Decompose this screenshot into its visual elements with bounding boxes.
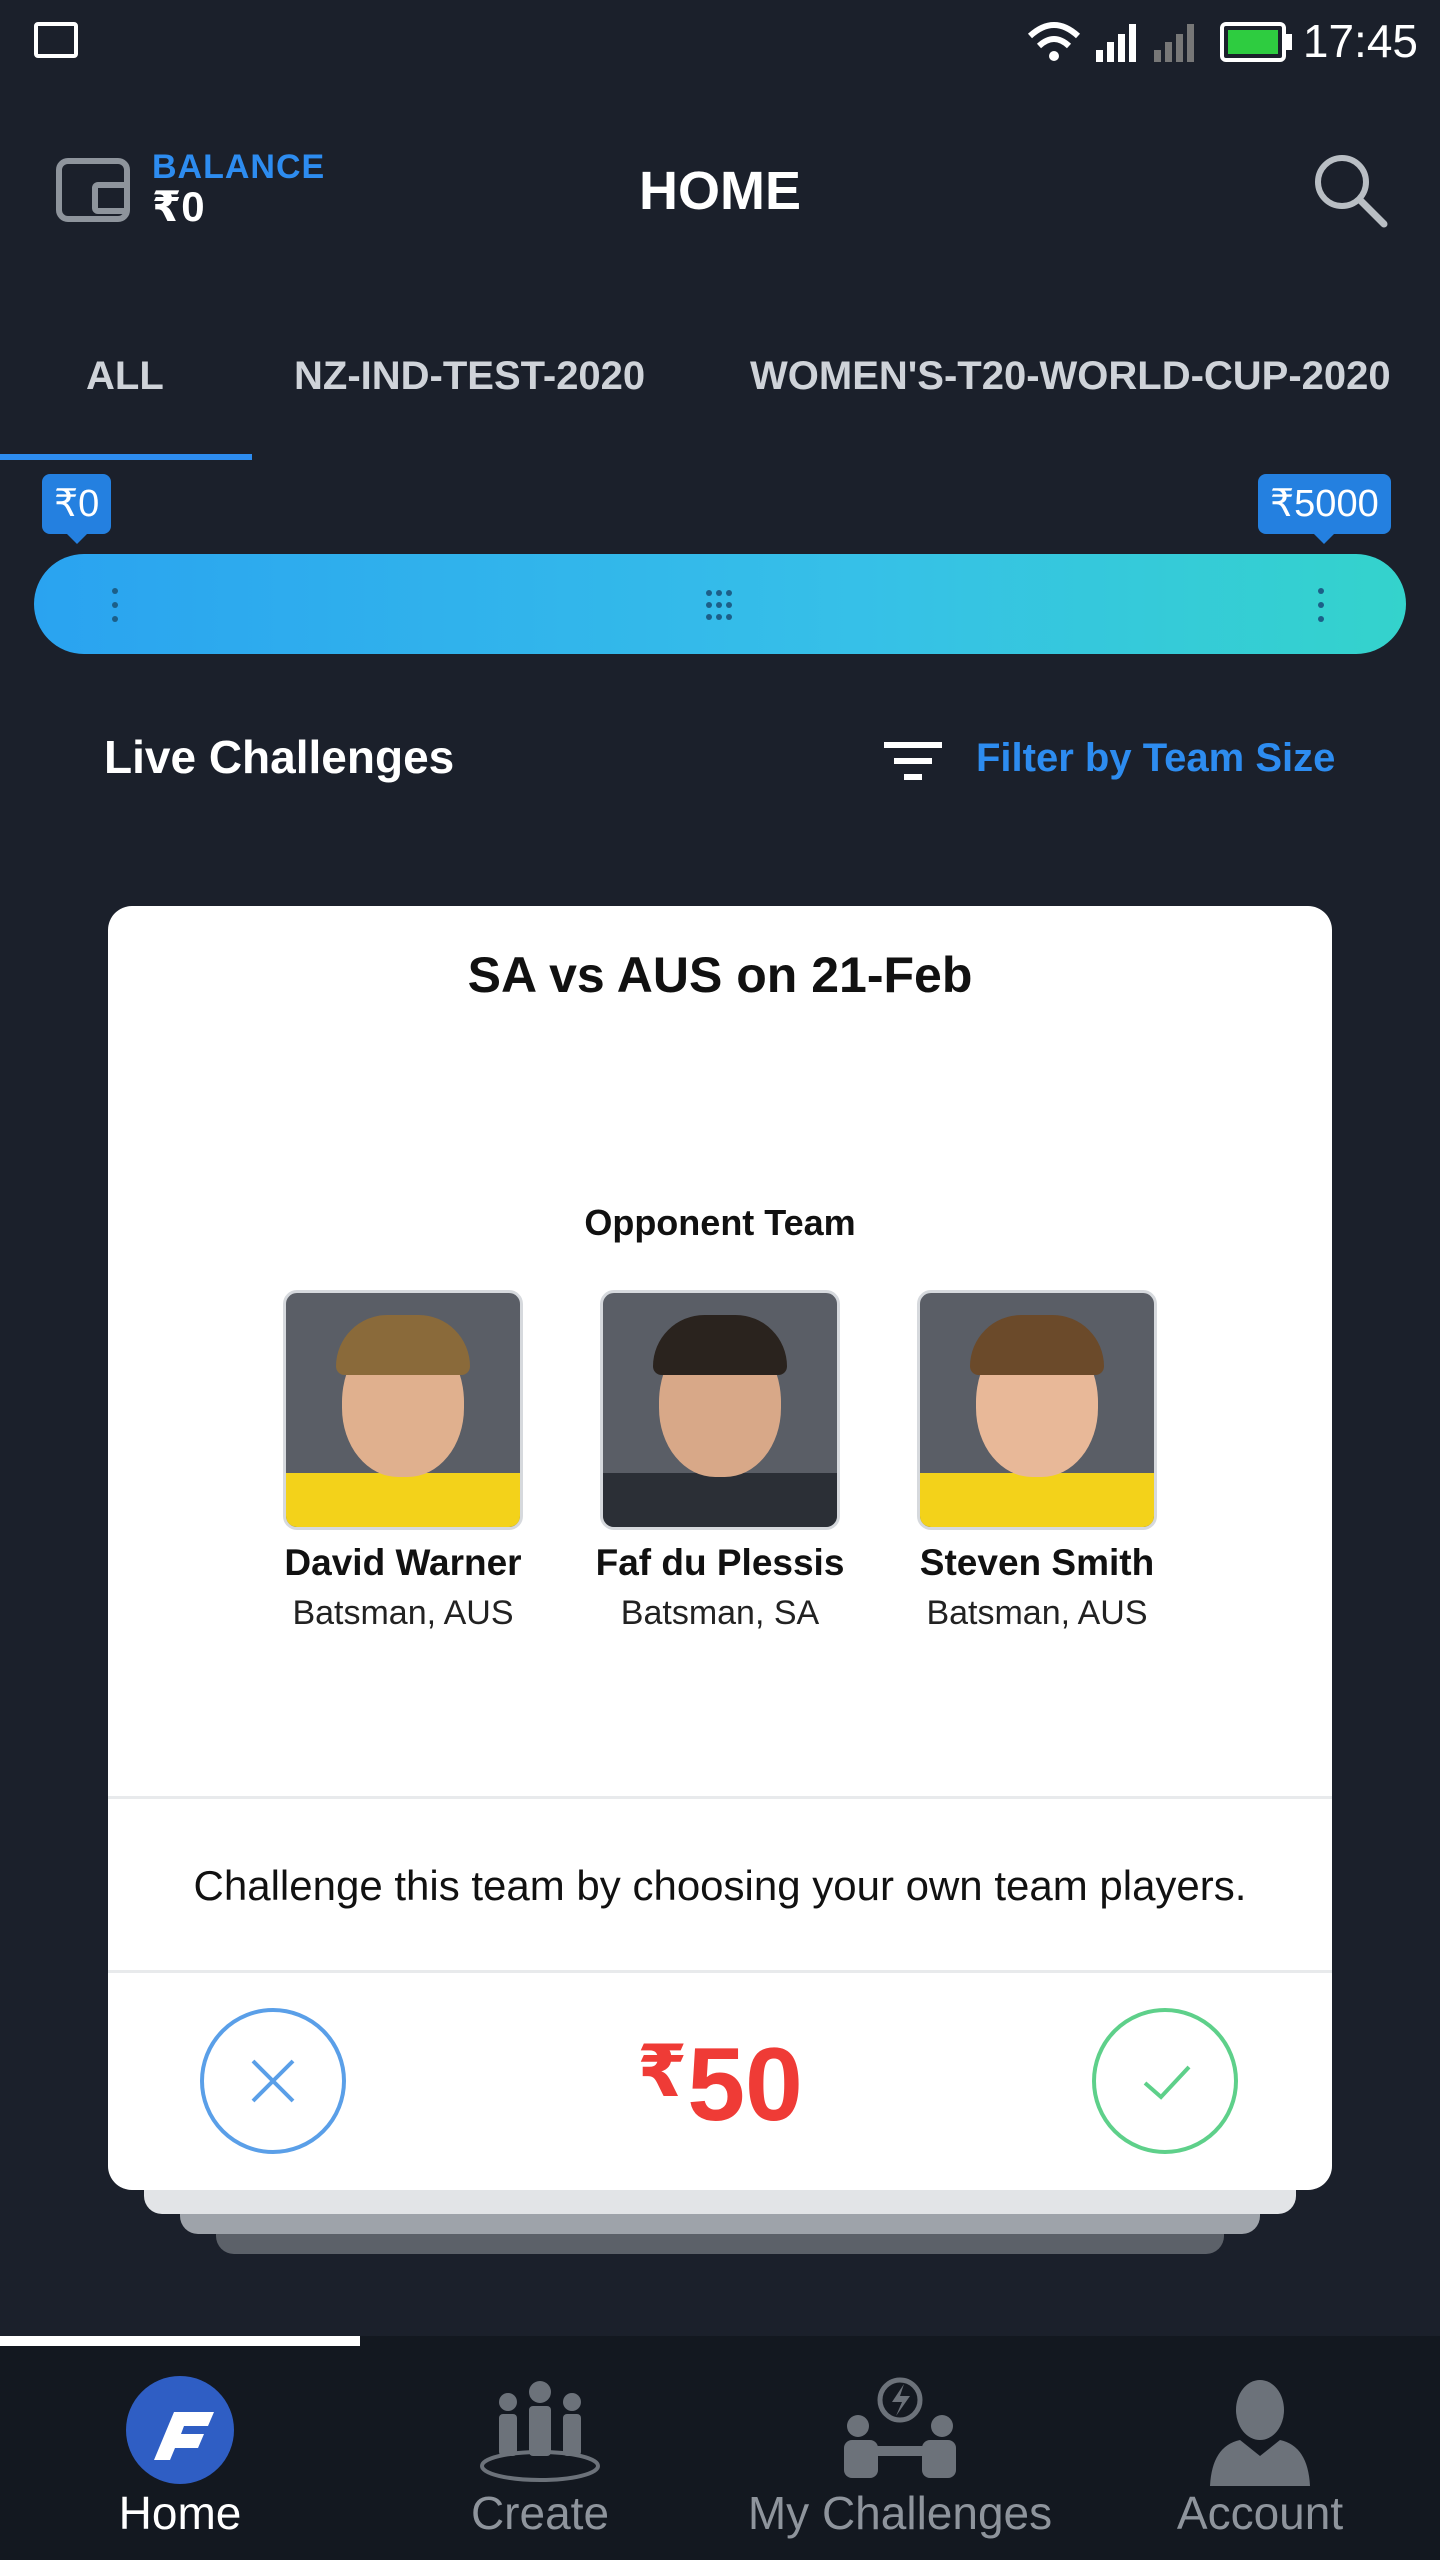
nav-home[interactable]: Home (0, 2336, 360, 2560)
opponent-team-title: Opponent Team (584, 1202, 856, 1243)
player-name: David Warner (284, 1542, 522, 1583)
team-create-icon (480, 2381, 600, 2482)
player-name: Faf du Plessis (595, 1542, 845, 1583)
player-card: Steven Smith Batsman, AUS (907, 1290, 1167, 1633)
home-logo-icon (126, 2376, 234, 2484)
match-title: SA vs AUS on 21-Feb (467, 947, 973, 1003)
filter-icon[interactable] (884, 740, 942, 782)
page-title: HOME (639, 161, 801, 221)
section-title: Live Challenges (104, 731, 455, 783)
divider (108, 1970, 1332, 1973)
check-icon (1143, 2065, 1191, 2100)
player-role: Batsman, AUS (926, 1594, 1148, 1632)
nav-create[interactable]: Create (360, 2336, 720, 2560)
wifi-icon (1027, 22, 1081, 61)
active-tab-indicator (0, 454, 252, 460)
slider-center-grip (702, 554, 736, 654)
slider-max-handle[interactable] (1304, 554, 1338, 654)
signal-2-icon (1154, 24, 1194, 62)
filter-team-size-link[interactable]: Filter by Team Size (976, 736, 1335, 781)
search-icon[interactable] (1310, 150, 1390, 230)
player-photo (283, 1290, 523, 1530)
status-time: 17:45 (1302, 15, 1418, 67)
nav-label: Create (470, 2487, 610, 2539)
nav-my-challenges[interactable]: My Challenges (720, 2336, 1080, 2560)
tournament-tabs: ALL NZ-IND-TEST-2020 WOMEN'S-T20-WORLD-C… (0, 296, 1440, 462)
tab-womens-t20[interactable]: WOMEN'S-T20-WORLD-CUP-2020 (750, 354, 1391, 399)
signal-icon (1096, 24, 1136, 62)
account-icon (1210, 2380, 1310, 2486)
player-photo (917, 1290, 1157, 1530)
challenge-card[interactable]: SA vs AUS on 21-Feb Opponent Team David … (108, 906, 1332, 2190)
player-role: Batsman, AUS (292, 1594, 514, 1632)
nav-label: My Challenges (747, 2487, 1053, 2539)
challenge-description: Challenge this team by choosing your own… (193, 1862, 1247, 1909)
price-range-slider[interactable] (34, 554, 1406, 654)
app-header: BALANCE ₹0 HOME (0, 86, 1440, 296)
player-role: Batsman, SA (620, 1594, 820, 1632)
status-bar: 17:45 (0, 0, 1440, 86)
nav-account[interactable]: Account (1080, 2336, 1440, 2560)
player-card: David Warner Batsman, AUS (273, 1290, 533, 1633)
player-photo (600, 1290, 840, 1530)
price-amount: 50 (687, 2027, 803, 2143)
player-card: Faf du Plessis Batsman, SA (590, 1290, 850, 1633)
price-min-badge: ₹0 (42, 474, 112, 544)
challenges-icon (844, 2377, 956, 2478)
nav-label: Home (118, 2487, 242, 2539)
price-currency: ₹ (637, 2032, 688, 2112)
tab-nz-ind-test[interactable]: NZ-IND-TEST-2020 (294, 354, 645, 399)
battery-icon (1220, 22, 1292, 62)
nav-label: Account (1176, 2487, 1344, 2539)
divider (108, 1796, 1332, 1799)
tab-all[interactable]: ALL (86, 354, 164, 399)
player-name: Steven Smith (919, 1542, 1155, 1583)
gallery-notification-icon (34, 22, 78, 58)
price-max-badge: ₹5000 (1258, 474, 1391, 544)
slider-min-handle[interactable] (98, 554, 132, 654)
accept-button[interactable] (1092, 2008, 1238, 2154)
